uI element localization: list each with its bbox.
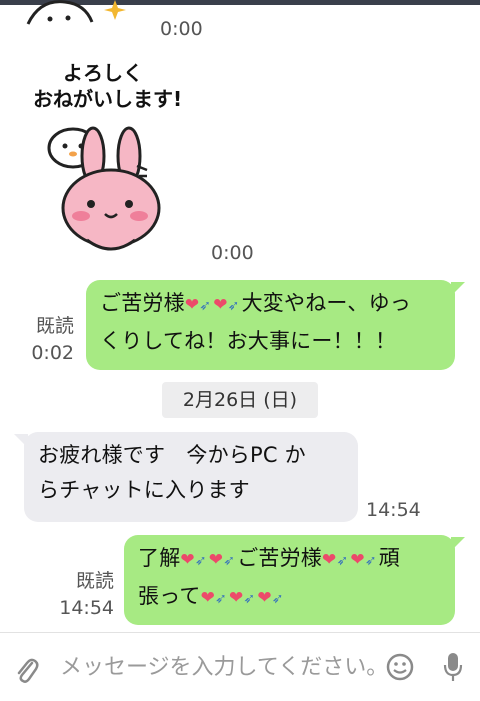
emoji-icon[interactable] xyxy=(386,653,414,685)
arrow-emoji-icon: ➶ xyxy=(199,298,212,314)
message-time: 0:00 xyxy=(211,242,254,264)
paperclip-icon[interactable] xyxy=(14,655,40,689)
message-text: ご苦労様 xyxy=(100,291,185,315)
heart-emoji-icon: ❤ xyxy=(257,588,272,608)
sticker-caption-line1: よろしく xyxy=(63,61,143,85)
heart-emoji-icon: ❤ xyxy=(180,550,195,570)
read-receipt: 既読 0:02 xyxy=(26,313,74,367)
read-label: 既読 xyxy=(75,570,114,592)
message-input-bar: メッセージを入力してください。 xyxy=(0,632,480,701)
read-time: 0:02 xyxy=(31,342,74,364)
arrow-emoji-icon: ➶ xyxy=(364,553,377,569)
sticker-fragment-icon xyxy=(26,0,126,25)
message-text: 大変やねー、ゆっ xyxy=(241,291,411,315)
heart-emoji-icon: ❤ xyxy=(213,295,228,315)
message-bubble-outgoing[interactable]: 了解❤➶ ❤➶ご苦労様❤➶ ❤➶頑 張って❤➶ ❤➶ ❤➶ xyxy=(124,535,465,625)
message-bubble-incoming[interactable]: お疲れ様です 今からPC か らチャットに入ります xyxy=(14,432,358,522)
read-time: 14:54 xyxy=(59,597,114,619)
heart-emoji-icon: ❤ xyxy=(350,550,365,570)
heart-emoji-icon: ❤ xyxy=(228,588,244,608)
arrow-emoji-icon: ➶ xyxy=(243,591,256,607)
heart-emoji-icon: ❤ xyxy=(322,550,337,570)
date-divider: 2月26日 (日) xyxy=(162,382,318,418)
heart-emoji-icon: ❤ xyxy=(208,550,224,570)
rabbit-sticker-icon: よろしく おねがいします! xyxy=(33,61,182,251)
message-text: お疲れ様です 今からPC か xyxy=(38,443,306,467)
sticker-caption-line2: おねがいします! xyxy=(33,87,182,111)
partial-sticker[interactable] xyxy=(20,0,130,40)
message-time: 14:54 xyxy=(366,499,421,521)
read-label: 既読 xyxy=(35,315,74,337)
arrow-emoji-icon: ➶ xyxy=(227,298,240,314)
arrow-emoji-icon: ➶ xyxy=(271,591,284,607)
message-text: らチャットに入ります xyxy=(38,478,250,502)
message-text: 張って xyxy=(138,584,201,608)
message-text: 頑 xyxy=(378,546,400,570)
heart-emoji-icon: ❤ xyxy=(184,295,200,315)
message-text: 了解 xyxy=(138,546,181,570)
message-text: くりしてね！お大事にー！！！ xyxy=(100,329,397,353)
microphone-icon[interactable] xyxy=(442,651,464,687)
heart-emoji-icon: ❤ xyxy=(200,588,216,608)
arrow-emoji-icon: ➶ xyxy=(223,553,236,569)
message-input[interactable]: メッセージを入力してください。 xyxy=(60,649,388,681)
message-bubble-outgoing[interactable]: ご苦労様❤➶ ❤➶大変やねー、ゆっ くりしてね！お大事にー！！！ xyxy=(86,280,465,370)
read-receipt: 既読 14:54 xyxy=(58,568,114,622)
message-time: 0:00 xyxy=(160,18,203,40)
sticker-kanahei-rabbit[interactable]: よろしく おねがいします! xyxy=(25,58,205,258)
message-text: ご苦労様 xyxy=(237,546,322,570)
arrow-emoji-icon: ➶ xyxy=(336,553,349,569)
arrow-emoji-icon: ➶ xyxy=(194,553,207,569)
arrow-emoji-icon: ➶ xyxy=(215,591,227,607)
